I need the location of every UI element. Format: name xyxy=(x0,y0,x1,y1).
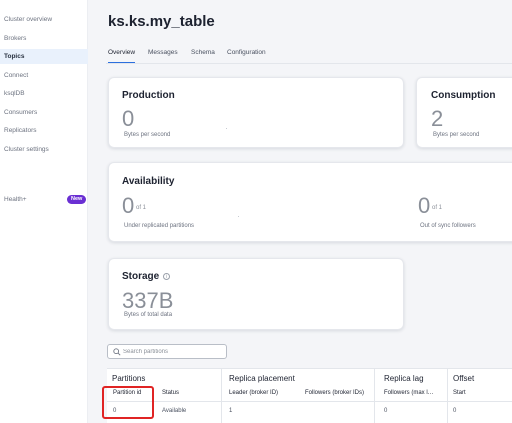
column-status[interactable]: Status xyxy=(162,390,179,396)
tabs-divider xyxy=(106,63,512,64)
sidebar-item-brokers[interactable]: Brokers xyxy=(0,31,88,46)
production-title: Production xyxy=(122,90,175,101)
storage-card: Storage i 337B Bytes of total data xyxy=(108,258,404,330)
under-replicated-of: of 1 xyxy=(136,205,147,211)
partitions-table: Partitions Replica placement Replica lag… xyxy=(107,368,512,423)
out-of-sync-label: Out of sync followers xyxy=(420,223,476,229)
tab-overview[interactable]: Overview xyxy=(108,47,136,63)
info-icon[interactable]: i xyxy=(163,273,170,280)
column-divider xyxy=(447,368,448,423)
consumption-value: 2 xyxy=(431,106,444,131)
out-of-sync-value: 0 xyxy=(418,193,431,218)
sparkline-dot xyxy=(238,216,239,217)
search-icon xyxy=(113,348,121,356)
group-partitions: Partitions xyxy=(112,374,146,383)
sidebar-item-cluster-settings[interactable]: Cluster settings xyxy=(0,142,88,157)
consumption-unit: Bytes per second xyxy=(433,132,480,138)
sidebar: Cluster overview Brokers Topics Connect … xyxy=(0,0,88,423)
cell-status: Available xyxy=(162,408,187,414)
cell-start: 0 xyxy=(453,408,457,414)
tab-configuration[interactable]: Configuration xyxy=(227,47,266,63)
availability-title: Availability xyxy=(122,176,175,187)
group-offset: Offset xyxy=(453,374,475,383)
tab-messages[interactable]: Messages xyxy=(148,47,178,63)
column-leader[interactable]: Leader (broker ID) xyxy=(229,390,278,396)
group-replica-placement: Replica placement xyxy=(229,374,295,383)
cell-followers-lag: 0 xyxy=(384,408,388,414)
production-value: 0 xyxy=(122,106,135,131)
sidebar-item-connect[interactable]: Connect xyxy=(0,68,88,83)
sparkline-dot xyxy=(226,128,227,129)
sidebar-item-health-plus[interactable]: Health+ New xyxy=(0,193,88,207)
column-divider xyxy=(374,368,375,423)
out-of-sync-of: of 1 xyxy=(432,205,443,211)
cell-leader: 1 xyxy=(229,408,233,414)
column-followers-lag[interactable]: Followers (max l… xyxy=(384,390,434,396)
storage-unit: Bytes of total data xyxy=(124,312,173,318)
table-top-border xyxy=(107,368,512,369)
sidebar-item-topics[interactable]: Topics xyxy=(0,49,88,64)
storage-title: Storage xyxy=(122,271,160,282)
sidebar-item-replicators[interactable]: Replicators xyxy=(0,123,88,138)
sidebar-item-consumers[interactable]: Consumers xyxy=(0,105,88,120)
consumption-title: Consumption xyxy=(431,90,496,101)
search-box[interactable] xyxy=(107,344,227,359)
column-followers[interactable]: Followers (broker IDs) xyxy=(305,390,364,396)
health-plus-label: Health+ xyxy=(4,196,27,203)
tab-schema[interactable]: Schema xyxy=(191,47,215,63)
column-start[interactable]: Start xyxy=(453,390,466,396)
availability-card: Availability 0 of 1 Under replicated par… xyxy=(108,162,512,242)
storage-value: 337B xyxy=(122,288,174,313)
group-replica-lag: Replica lag xyxy=(384,374,424,383)
under-replicated-label: Under replicated partitions xyxy=(124,223,195,229)
new-badge: New xyxy=(67,195,87,204)
production-unit: Bytes per second xyxy=(124,132,171,138)
sidebar-item-ksqldb[interactable]: ksqlDB xyxy=(0,86,88,101)
column-divider xyxy=(221,368,222,423)
page-title: ks.ks.my_table xyxy=(108,13,215,30)
search-input[interactable] xyxy=(123,346,223,357)
under-replicated-value: 0 xyxy=(122,193,135,218)
header-divider xyxy=(107,401,512,402)
sidebar-item-cluster-overview[interactable]: Cluster overview xyxy=(0,12,88,27)
partition-id-highlight xyxy=(102,386,154,419)
consumption-card: Consumption 2 Bytes per second xyxy=(416,77,512,148)
production-card: Production 0 Bytes per second xyxy=(108,77,404,148)
